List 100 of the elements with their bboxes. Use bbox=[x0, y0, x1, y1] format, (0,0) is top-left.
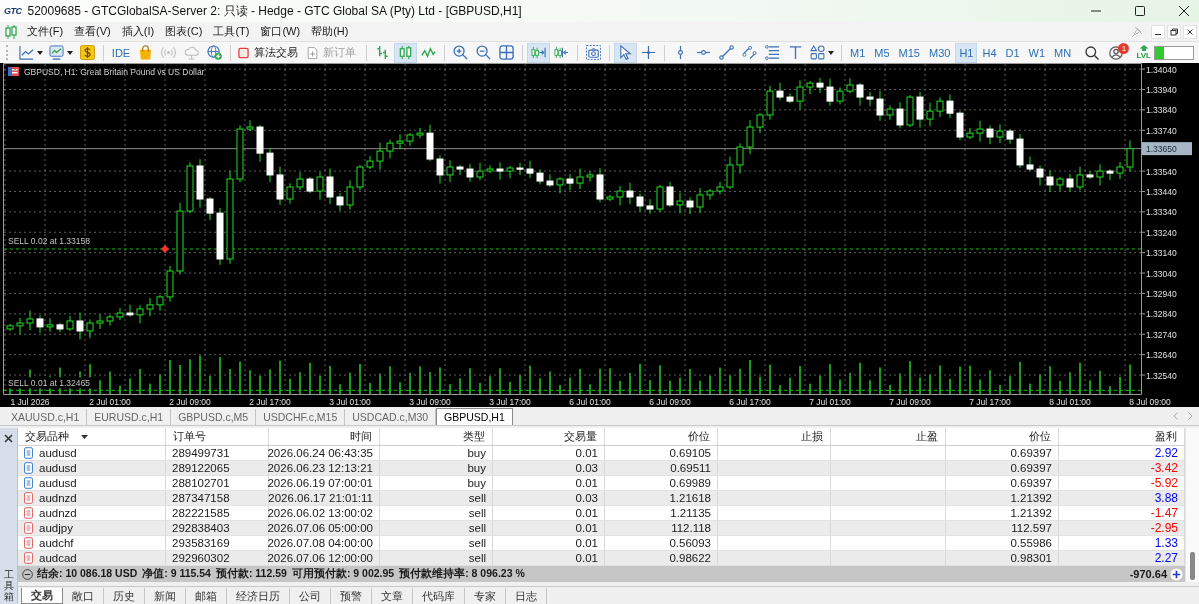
account-summary-item: 净值: 9 115.54 bbox=[142, 567, 211, 581]
timeframe-button[interactable]: W1 bbox=[1024, 42, 1050, 63]
timeframe-button[interactable]: M5 bbox=[870, 42, 894, 63]
fibonacci-icon[interactable] bbox=[765, 45, 780, 60]
channel-icon[interactable] bbox=[742, 45, 757, 60]
toolbox-tab[interactable]: 文章 bbox=[372, 588, 413, 604]
zoom-out-icon[interactable] bbox=[476, 45, 491, 60]
column-header[interactable]: 止盈 bbox=[916, 429, 938, 444]
maximize-icon[interactable] bbox=[1135, 6, 1145, 16]
account-icon[interactable] bbox=[1109, 45, 1124, 60]
timeframe-button[interactable]: D1 bbox=[1001, 42, 1024, 63]
chart-tab[interactable]: EURUSD.c,H1 bbox=[87, 409, 172, 425]
timeframe-button[interactable]: M30 bbox=[924, 42, 955, 63]
level-up-icon[interactable] bbox=[1138, 45, 1149, 51]
toolbox-tab[interactable]: 新闻 bbox=[145, 588, 186, 604]
restore-icon[interactable] bbox=[1167, 24, 1181, 39]
grid-icon[interactable] bbox=[499, 45, 514, 60]
table-row[interactable]: audusd 288102701 2026.06.19 07:00:01 buy 0.01 0.69989 0.69397 -5.92 bbox=[18, 476, 1185, 491]
candle bbox=[1056, 176, 1064, 192]
column-header[interactable]: 盈利 bbox=[1155, 429, 1177, 444]
toolbox-tab[interactable]: 公司 bbox=[290, 588, 331, 604]
table-row[interactable]: audusd 289499731 2026.06.24 06:43:35 buy 0.01 0.69105 0.69397 2.92 bbox=[18, 446, 1185, 461]
column-header[interactable]: 价位 bbox=[688, 429, 710, 444]
menu-item[interactable]: 查看(V) bbox=[74, 24, 111, 39]
close-icon[interactable] bbox=[4, 434, 13, 443]
order-line[interactable] bbox=[3, 248, 1142, 250]
toolbox-tab[interactable]: 历史 bbox=[104, 588, 145, 604]
chart-tab[interactable]: GBPUSD,H1 bbox=[436, 408, 513, 425]
table-row[interactable]: audusd 289122065 2026.06.23 12:13:21 buy 0.03 0.69511 0.69397 -3.42 bbox=[18, 461, 1185, 476]
search-icon[interactable] bbox=[1085, 45, 1099, 60]
trend-line-icon[interactable] bbox=[719, 45, 734, 60]
timeframe-button[interactable]: H1 bbox=[955, 42, 978, 63]
menu-item[interactable]: 图表(C) bbox=[165, 24, 203, 39]
price-label: 1.33940 bbox=[1146, 85, 1177, 95]
caret-icon[interactable] bbox=[828, 50, 834, 55]
menu-item[interactable]: 文件(F) bbox=[27, 24, 64, 39]
toolbox-tab[interactable]: 敞口 bbox=[63, 588, 104, 604]
candle bbox=[766, 85, 774, 121]
column-header[interactable]: 交易品种 bbox=[25, 429, 69, 444]
line-chart-icon[interactable] bbox=[19, 45, 34, 60]
candle bbox=[896, 101, 904, 129]
timeframe-button[interactable]: MN bbox=[1050, 42, 1076, 63]
cursor-button[interactable] bbox=[614, 42, 637, 63]
column-header[interactable]: 止损 bbox=[801, 429, 823, 444]
timeframe-button[interactable]: H4 bbox=[978, 42, 1001, 63]
add-icon[interactable] bbox=[1170, 567, 1183, 581]
dollar-icon[interactable] bbox=[80, 45, 95, 60]
toolbox-tab[interactable]: 代码库 bbox=[413, 588, 465, 604]
toolbox-tab[interactable]: 专家 bbox=[465, 588, 506, 604]
camera-icon[interactable] bbox=[586, 45, 601, 60]
zoom-in-icon[interactable] bbox=[453, 45, 468, 60]
caret-icon[interactable] bbox=[67, 50, 73, 55]
column-header[interactable]: 时间 bbox=[350, 429, 372, 444]
shapes-icon[interactable] bbox=[810, 45, 825, 60]
toolbox-tab[interactable]: 经济日历 bbox=[227, 588, 290, 604]
menu-item[interactable]: 帮助(H) bbox=[311, 24, 349, 39]
text-tool-icon[interactable] bbox=[788, 45, 803, 60]
column-header[interactable]: 价位 bbox=[1029, 429, 1051, 444]
table-row[interactable]: audnzd 287347158 2026.06.17 21:01:11 sell 0.03 1.21618 1.21392 3.88 bbox=[18, 491, 1185, 506]
candle bbox=[1006, 128, 1014, 145]
timeframe-button[interactable]: M1 bbox=[846, 42, 870, 63]
candle bbox=[276, 166, 284, 206]
toolbox-tab[interactable]: 交易 bbox=[21, 588, 63, 604]
trade-marker-icon[interactable] bbox=[161, 245, 169, 253]
toolbox-tab[interactable]: 邮箱 bbox=[186, 588, 227, 604]
timeframe-button[interactable]: M15 bbox=[894, 42, 924, 63]
table-row[interactable]: audjpy 292838403 2026.07.06 05:00:00 sell 0.01 112.118 112.597 -2.95 bbox=[18, 521, 1185, 536]
candle bbox=[736, 142, 744, 174]
candle bbox=[1086, 170, 1094, 180]
column-header[interactable]: 订单号 bbox=[173, 429, 206, 444]
menu-item[interactable]: 窗口(W) bbox=[260, 24, 301, 39]
sort-desc-icon[interactable] bbox=[81, 434, 88, 439]
table-row[interactable]: audnzd 282221585 2026.06.02 13:00:02 sell 0.01 1.21135 1.21392 -1.47 bbox=[18, 506, 1185, 521]
autoscroll-button[interactable] bbox=[527, 42, 550, 63]
table-cell: 112.118 bbox=[605, 521, 718, 535]
toolbox-tab[interactable]: 预警 bbox=[331, 588, 372, 604]
toolbox-tab[interactable]: 日志 bbox=[506, 588, 547, 604]
scrollbar[interactable] bbox=[1185, 428, 1199, 582]
table-row[interactable]: audcad 292960302 2026.07.06 12:00:00 sell 0.01 0.98622 0.98301 2.27 bbox=[18, 551, 1185, 566]
column-header[interactable]: 交易量 bbox=[564, 429, 597, 444]
ide-button[interactable]: IDE bbox=[108, 46, 134, 59]
close-icon[interactable] bbox=[1179, 6, 1189, 16]
candle bbox=[616, 185, 624, 207]
table-row[interactable]: audchf 293583169 2026.07.08 04:00:00 sell 0.01 0.56093 0.55986 1.33 bbox=[18, 536, 1185, 551]
order-line[interactable] bbox=[3, 389, 1142, 391]
shopping-bag-icon[interactable] bbox=[138, 45, 153, 60]
menu-item[interactable]: 工具(T) bbox=[213, 24, 250, 39]
scrollbar-thumb[interactable] bbox=[1190, 552, 1195, 580]
table-cell: 289122065 bbox=[166, 461, 269, 475]
chart-tab[interactable]: XAUUSD.c,H1 bbox=[4, 409, 88, 425]
column-header[interactable]: 类型 bbox=[463, 429, 485, 444]
chart-tab[interactable]: GBPUSD.c,M5 bbox=[171, 409, 257, 425]
chart-tab[interactable]: USDCHF.c,M15 bbox=[256, 409, 346, 425]
menu-item[interactable]: 插入(I) bbox=[121, 24, 155, 39]
caret-icon[interactable] bbox=[37, 50, 43, 55]
chart-type-button[interactable] bbox=[394, 42, 417, 63]
collapse-icon[interactable] bbox=[22, 568, 33, 580]
algo-trading-button[interactable]: 算法交易 bbox=[235, 42, 304, 63]
globe-plus-icon[interactable] bbox=[207, 45, 222, 60]
line-graph-icon bbox=[421, 45, 436, 60]
